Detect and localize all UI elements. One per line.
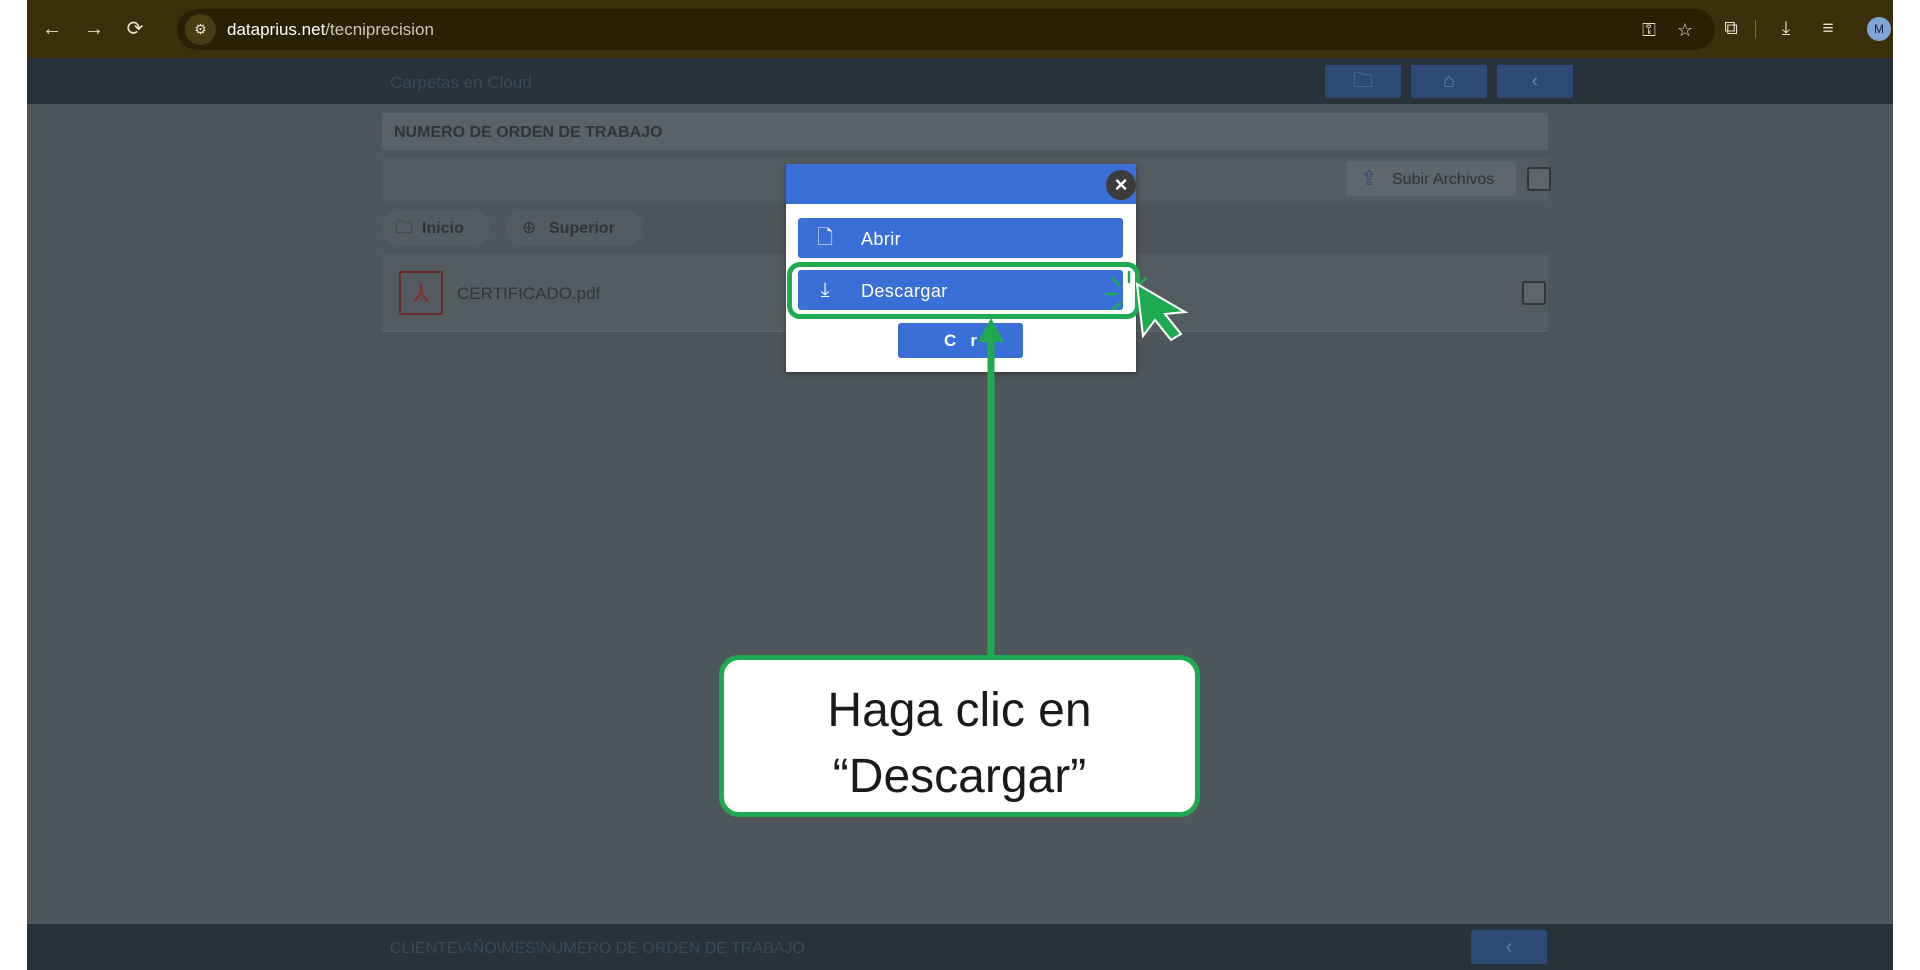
open-button-label: Abrir	[861, 229, 902, 249]
url-text[interactable]: dataprius.net/tecniprecision	[227, 20, 434, 40]
file-name[interactable]: CERTIFICADO.pdf	[457, 284, 600, 304]
app-header: Carpetas en Cloud 🗀 ⌂ ‹	[27, 58, 1893, 104]
back-icon[interactable]: ←	[39, 16, 65, 42]
home-icon: ⌂	[1442, 70, 1456, 92]
breadcrumb-parent[interactable]: ⊕ Superior	[505, 210, 643, 246]
address-bar[interactable]: ⚙ dataprius.net/tecniprecision ⚿ ☆	[177, 9, 1715, 50]
footer-back-button[interactable]: ‹	[1471, 930, 1547, 964]
callout-text: Haga clic en “Descargar”	[827, 684, 1092, 803]
back-button[interactable]: ‹	[1497, 65, 1573, 98]
file-checkbox[interactable]	[1522, 281, 1546, 305]
profile-avatar[interactable]: M	[1867, 17, 1891, 41]
password-key-icon[interactable]: ⚿	[1637, 18, 1661, 42]
chevron-left-icon: ‹	[1505, 936, 1513, 958]
downloads-icon[interactable]: ⤓	[1773, 16, 1799, 42]
select-all-checkbox[interactable]	[1527, 167, 1551, 191]
folder-name: NUMERO DE ORDEN DE TRABAJO	[394, 124, 663, 141]
breadcrumb-home[interactable]: 🗀 Inicio	[382, 210, 490, 246]
open-file-icon: 🗋	[816, 227, 834, 249]
screenshot-frame: ← → ⟳ ⚙ dataprius.net/tecniprecision ⚿ ☆…	[27, 0, 1893, 970]
toolbar-divider	[1755, 20, 1756, 38]
pdf-icon: ⅄	[399, 271, 443, 315]
folder-search-icon: 🗀	[1353, 70, 1373, 92]
app-title: Carpetas en Cloud	[390, 73, 532, 92]
footer-path: CLIENTE\AÑO\MES\NUMERO DE ORDEN DE TRABA…	[390, 940, 805, 957]
chevron-left-icon: ‹	[1531, 70, 1539, 92]
reload-icon[interactable]: ⟳	[122, 16, 148, 42]
upload-folder-icon: ⇪	[1360, 168, 1378, 190]
cursor-pointer-icon	[1135, 282, 1189, 342]
instruction-callout: Haga clic en “Descargar”	[719, 655, 1200, 817]
reading-list-icon[interactable]: ≡	[1815, 16, 1841, 42]
breadcrumb-parent-label: Superior	[549, 220, 615, 237]
close-icon[interactable]: ×	[1106, 170, 1136, 200]
extensions-icon[interactable]: ⧉	[1718, 16, 1744, 42]
dialog-header: ×	[786, 164, 1136, 204]
app-footer: CLIENTE\AÑO\MES\NUMERO DE ORDEN DE TRABA…	[27, 924, 1893, 970]
upload-files-button[interactable]: ⇪ Subir Archivos	[1346, 161, 1516, 196]
bookmark-star-icon[interactable]: ☆	[1673, 18, 1697, 42]
folder-icon: 🗀	[395, 218, 413, 237]
upload-files-label: Subir Archivos	[1392, 171, 1495, 188]
breadcrumb-home-label: Inicio	[422, 220, 464, 237]
folder-search-button[interactable]: 🗀	[1325, 65, 1401, 98]
browser-toolbar: ← → ⟳ ⚙ dataprius.net/tecniprecision ⚿ ☆…	[27, 0, 1893, 58]
open-button[interactable]: 🗋 Abrir	[798, 218, 1123, 258]
forward-icon[interactable]: →	[81, 16, 107, 42]
folder-header: NUMERO DE ORDEN DE TRABAJO	[382, 113, 1548, 150]
up-arrow-icon: ⊕	[521, 218, 537, 237]
download-highlight-box	[787, 262, 1140, 319]
pointer-arrow-icon	[978, 318, 1004, 655]
home-button[interactable]: ⌂	[1411, 65, 1487, 98]
site-info-icon[interactable]: ⚙	[185, 14, 216, 45]
